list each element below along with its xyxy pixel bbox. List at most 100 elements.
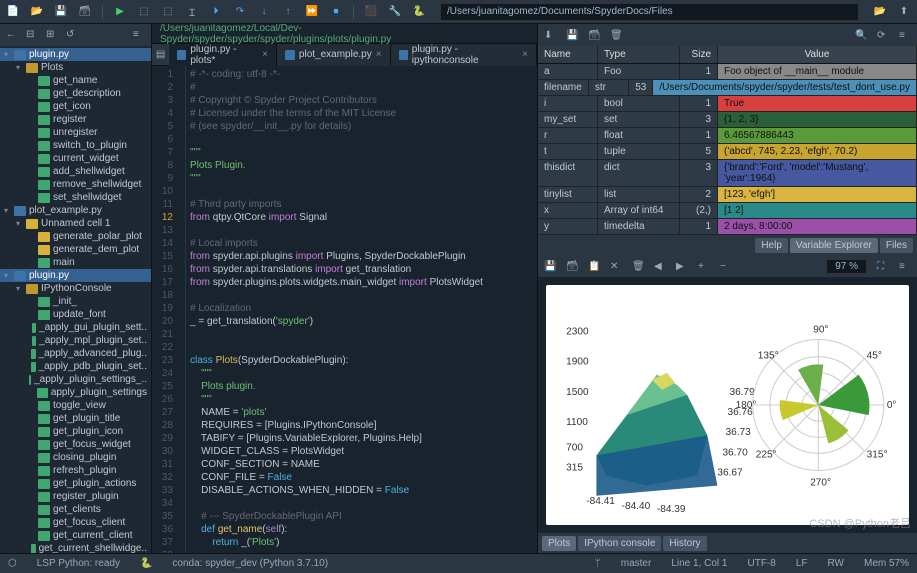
tree-item[interactable]: _apply_pdb_plugin_set.. bbox=[0, 360, 151, 373]
tree-item[interactable]: get_focus_widget bbox=[0, 438, 151, 451]
close-tab-icon[interactable]: × bbox=[522, 49, 528, 60]
code-editor[interactable]: 1234567891011121314151617181920212223242… bbox=[152, 66, 537, 553]
zoom-in-icon[interactable]: + bbox=[698, 261, 710, 272]
tree-item[interactable]: ▾IPythonConsole bbox=[0, 282, 151, 295]
tab-list-icon[interactable]: ▤ bbox=[152, 49, 169, 60]
expand-icon[interactable]: ⊞ bbox=[46, 29, 58, 41]
save-all-plots-icon[interactable]: 🗃 bbox=[566, 261, 578, 272]
back-icon[interactable]: ← bbox=[6, 29, 18, 41]
variable-row[interactable]: rfloat16.46567886443 bbox=[538, 128, 917, 144]
next-plot-icon[interactable]: ▶ bbox=[676, 261, 688, 272]
max-pane-icon[interactable]: ⬛ bbox=[364, 5, 378, 19]
var-value[interactable]: 2 days, 8:00:00 bbox=[718, 219, 917, 234]
remove-plot-icon[interactable]: ✕ bbox=[610, 261, 622, 272]
run-cell-icon[interactable]: ⬚ bbox=[137, 5, 151, 19]
working-dir-input[interactable] bbox=[440, 3, 859, 21]
variable-row[interactable]: ttuple5('abcd', 745, 2.23, 'efgh', 70.2) bbox=[538, 144, 917, 160]
var-value[interactable]: /Users/Documents/spyder/spyder/tests/tes… bbox=[653, 80, 917, 95]
import-icon[interactable]: ⬇ bbox=[544, 30, 556, 41]
close-tab-icon[interactable]: × bbox=[376, 49, 382, 60]
step-over-icon[interactable]: ↷ bbox=[233, 5, 247, 19]
save-plot-icon[interactable]: 💾 bbox=[544, 261, 556, 272]
save-data-icon[interactable]: 💾 bbox=[566, 30, 578, 41]
var-value[interactable]: [1 2] bbox=[718, 203, 917, 218]
tree-item[interactable]: toggle_view bbox=[0, 399, 151, 412]
tree-item[interactable]: get_plugin_title bbox=[0, 412, 151, 425]
kite-icon[interactable]: ⬡ bbox=[8, 558, 17, 569]
preferences-icon[interactable]: 🔧 bbox=[388, 5, 402, 19]
restore-icon[interactable]: ↺ bbox=[66, 29, 78, 41]
tree-item[interactable]: get_current_shellwidge.. bbox=[0, 542, 151, 553]
variable-row[interactable]: aFoo1Foo object of __main__ module bbox=[538, 64, 917, 80]
remove-all-icon[interactable]: 🗑 bbox=[632, 261, 644, 272]
tree-item[interactable]: current_widget bbox=[0, 152, 151, 165]
tree-item[interactable]: get_plugin_icon bbox=[0, 425, 151, 438]
variable-row[interactable]: ytimedelta12 days, 8:00:00 bbox=[538, 219, 917, 235]
tree-item[interactable]: ▾Plots bbox=[0, 61, 151, 74]
tree-item[interactable]: refresh_plugin bbox=[0, 464, 151, 477]
tree-item[interactable]: remove_shellwidget bbox=[0, 178, 151, 191]
var-value[interactable]: Foo object of __main__ module bbox=[718, 64, 917, 79]
tree-item[interactable]: register bbox=[0, 113, 151, 126]
run-icon[interactable]: ▶ bbox=[113, 5, 127, 19]
tree-item[interactable]: get_clients bbox=[0, 503, 151, 516]
options-icon[interactable]: ≡ bbox=[899, 30, 911, 41]
menu-icon[interactable]: ≡ bbox=[133, 29, 145, 41]
tree-item[interactable]: switch_to_plugin bbox=[0, 139, 151, 152]
zoom-out-icon[interactable]: − bbox=[720, 261, 732, 272]
tree-item[interactable]: ▾Unnamed cell 1 bbox=[0, 217, 151, 230]
pane-tab[interactable]: Variable Explorer bbox=[790, 238, 878, 253]
python-path-icon[interactable]: 🐍 bbox=[412, 5, 426, 19]
tree-item[interactable]: get_description bbox=[0, 87, 151, 100]
tree-item[interactable]: _apply_plugin_settings_.. bbox=[0, 373, 151, 386]
stop-icon[interactable]: ⏹ bbox=[329, 5, 343, 19]
open-icon[interactable]: 📂 bbox=[30, 5, 44, 19]
conda-env[interactable]: conda: spyder_dev (Python 3.7.10) bbox=[172, 558, 328, 569]
var-value[interactable]: ('abcd', 745, 2.23, 'efgh', 70.2) bbox=[718, 144, 917, 159]
collapse-icon[interactable]: ⊟ bbox=[26, 29, 38, 41]
pane-tab[interactable]: IPython console bbox=[578, 536, 661, 551]
variable-table[interactable]: Name Type Size Value aFoo1Foo object of … bbox=[538, 46, 917, 235]
tree-item[interactable]: get_current_client bbox=[0, 529, 151, 542]
var-value[interactable]: {'brand':'Ford', 'model':'Mustang', 'yea… bbox=[718, 160, 917, 186]
save-all-icon[interactable]: 🗃 bbox=[78, 5, 92, 19]
plot-viewport[interactable]: 2300 1900 1500 1100 700 315 -84.41 -84.4… bbox=[538, 277, 917, 533]
editor-tab[interactable]: plugin.py - plots*× bbox=[169, 44, 277, 66]
fit-icon[interactable]: ⛶ bbox=[877, 261, 889, 272]
tree-item[interactable]: get_focus_client bbox=[0, 516, 151, 529]
save-as-icon[interactable]: 🗃 bbox=[588, 30, 600, 41]
run-selection-icon[interactable]: Ɪ bbox=[185, 5, 199, 19]
tree-item[interactable]: get_name bbox=[0, 74, 151, 87]
browse-dir-icon[interactable]: 📂 bbox=[873, 5, 887, 19]
tree-item[interactable]: _apply_advanced_plug.. bbox=[0, 347, 151, 360]
variable-row[interactable]: my_setset3{1, 2, 3} bbox=[538, 112, 917, 128]
tree-item[interactable]: main bbox=[0, 256, 151, 269]
var-value[interactable]: True bbox=[718, 96, 917, 111]
tree-item[interactable]: _apply_mpl_plugin_set.. bbox=[0, 334, 151, 347]
step-out-icon[interactable]: ↑ bbox=[281, 5, 295, 19]
tree-item[interactable]: ▾plot_example.py bbox=[0, 204, 151, 217]
tree-item[interactable]: get_plugin_actions bbox=[0, 477, 151, 490]
variable-row[interactable]: filenamestr53/Users/Documents/spyder/spy… bbox=[538, 80, 917, 96]
pane-tab[interactable]: Plots bbox=[542, 536, 576, 551]
variable-row[interactable]: xArray of int64(2,)[1 2] bbox=[538, 203, 917, 219]
tree-item[interactable]: apply_plugin_settings bbox=[0, 386, 151, 399]
tree-item[interactable]: set_shellwidget bbox=[0, 191, 151, 204]
save-icon[interactable]: 💾 bbox=[54, 5, 68, 19]
refresh-icon[interactable]: ⟳ bbox=[877, 30, 889, 41]
tree-item[interactable]: closing_plugin bbox=[0, 451, 151, 464]
tree-item[interactable]: ▾plugin.py bbox=[0, 269, 151, 282]
plots-tabs[interactable]: PlotsIPython consoleHistory bbox=[538, 533, 917, 553]
variable-row[interactable]: tinylistlist2[123, 'efgh'] bbox=[538, 187, 917, 203]
parent-dir-icon[interactable]: ⬆ bbox=[897, 5, 911, 19]
debug-icon[interactable]: ⏵ bbox=[209, 5, 223, 19]
tree-item[interactable]: ▾plugin.py bbox=[0, 48, 151, 61]
git-branch[interactable]: master bbox=[621, 558, 652, 569]
pane-tab[interactable]: Files bbox=[880, 238, 913, 253]
variable-row[interactable]: ibool1True bbox=[538, 96, 917, 112]
var-value[interactable]: [123, 'efgh'] bbox=[718, 187, 917, 202]
prev-plot-icon[interactable]: ◀ bbox=[654, 261, 666, 272]
continue-icon[interactable]: ⏩ bbox=[305, 5, 319, 19]
editor-tab[interactable]: plugin.py - ipythonconsole× bbox=[391, 44, 537, 66]
tree-item[interactable]: register_plugin bbox=[0, 490, 151, 503]
